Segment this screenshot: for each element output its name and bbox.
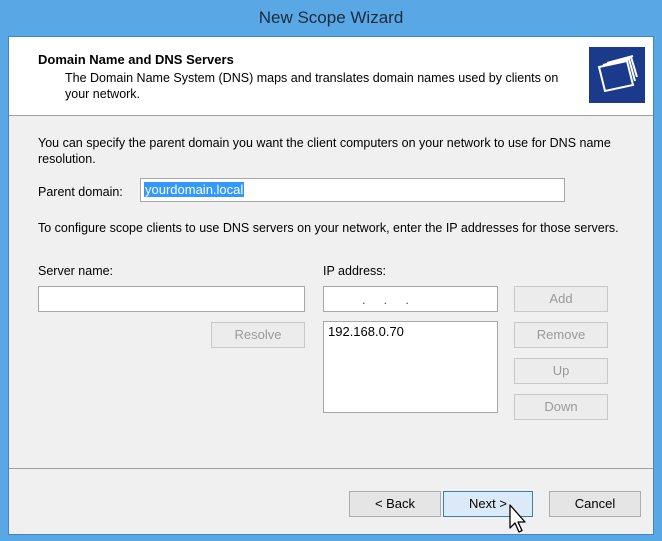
wizard-dialog: Domain Name and DNS Servers The Domain N… bbox=[8, 36, 654, 535]
folders-icon bbox=[589, 47, 645, 103]
remove-button[interactable]: Remove bbox=[514, 322, 608, 348]
add-button[interactable]: Add bbox=[514, 286, 608, 312]
up-button[interactable]: Up bbox=[514, 358, 608, 384]
mouse-pointer-icon bbox=[508, 504, 530, 534]
ip-address-list[interactable]: 192.168.0.70 bbox=[323, 321, 498, 413]
title-bar: New Scope Wizard bbox=[0, 0, 662, 36]
server-name-label: Server name: bbox=[38, 264, 114, 278]
parent-domain-value: yourdomain.local bbox=[144, 182, 245, 197]
wizard-header: Domain Name and DNS Servers The Domain N… bbox=[9, 37, 653, 116]
resolve-button[interactable]: Resolve bbox=[211, 322, 305, 348]
down-button[interactable]: Down bbox=[514, 394, 608, 420]
footer-divider bbox=[9, 468, 653, 469]
ip-address-label: IP address: bbox=[323, 264, 387, 278]
window-title: New Scope Wizard bbox=[258, 8, 404, 27]
parent-domain-label: Parent domain: bbox=[38, 185, 123, 199]
ip-list-item[interactable]: 192.168.0.70 bbox=[328, 324, 493, 339]
back-button[interactable]: < Back bbox=[349, 491, 441, 517]
cancel-button[interactable]: Cancel bbox=[549, 491, 641, 517]
server-name-input[interactable] bbox=[38, 286, 305, 312]
ip-address-input[interactable]: . . . bbox=[323, 286, 498, 312]
parent-domain-help: You can specify the parent domain you wa… bbox=[38, 136, 611, 166]
parent-domain-input[interactable]: yourdomain.local bbox=[140, 178, 565, 202]
dns-servers-help: To configure scope clients to use DNS se… bbox=[38, 221, 619, 235]
page-subtitle: The Domain Name System (DNS) maps and tr… bbox=[65, 71, 559, 101]
page-title: Domain Name and DNS Servers bbox=[38, 52, 234, 67]
